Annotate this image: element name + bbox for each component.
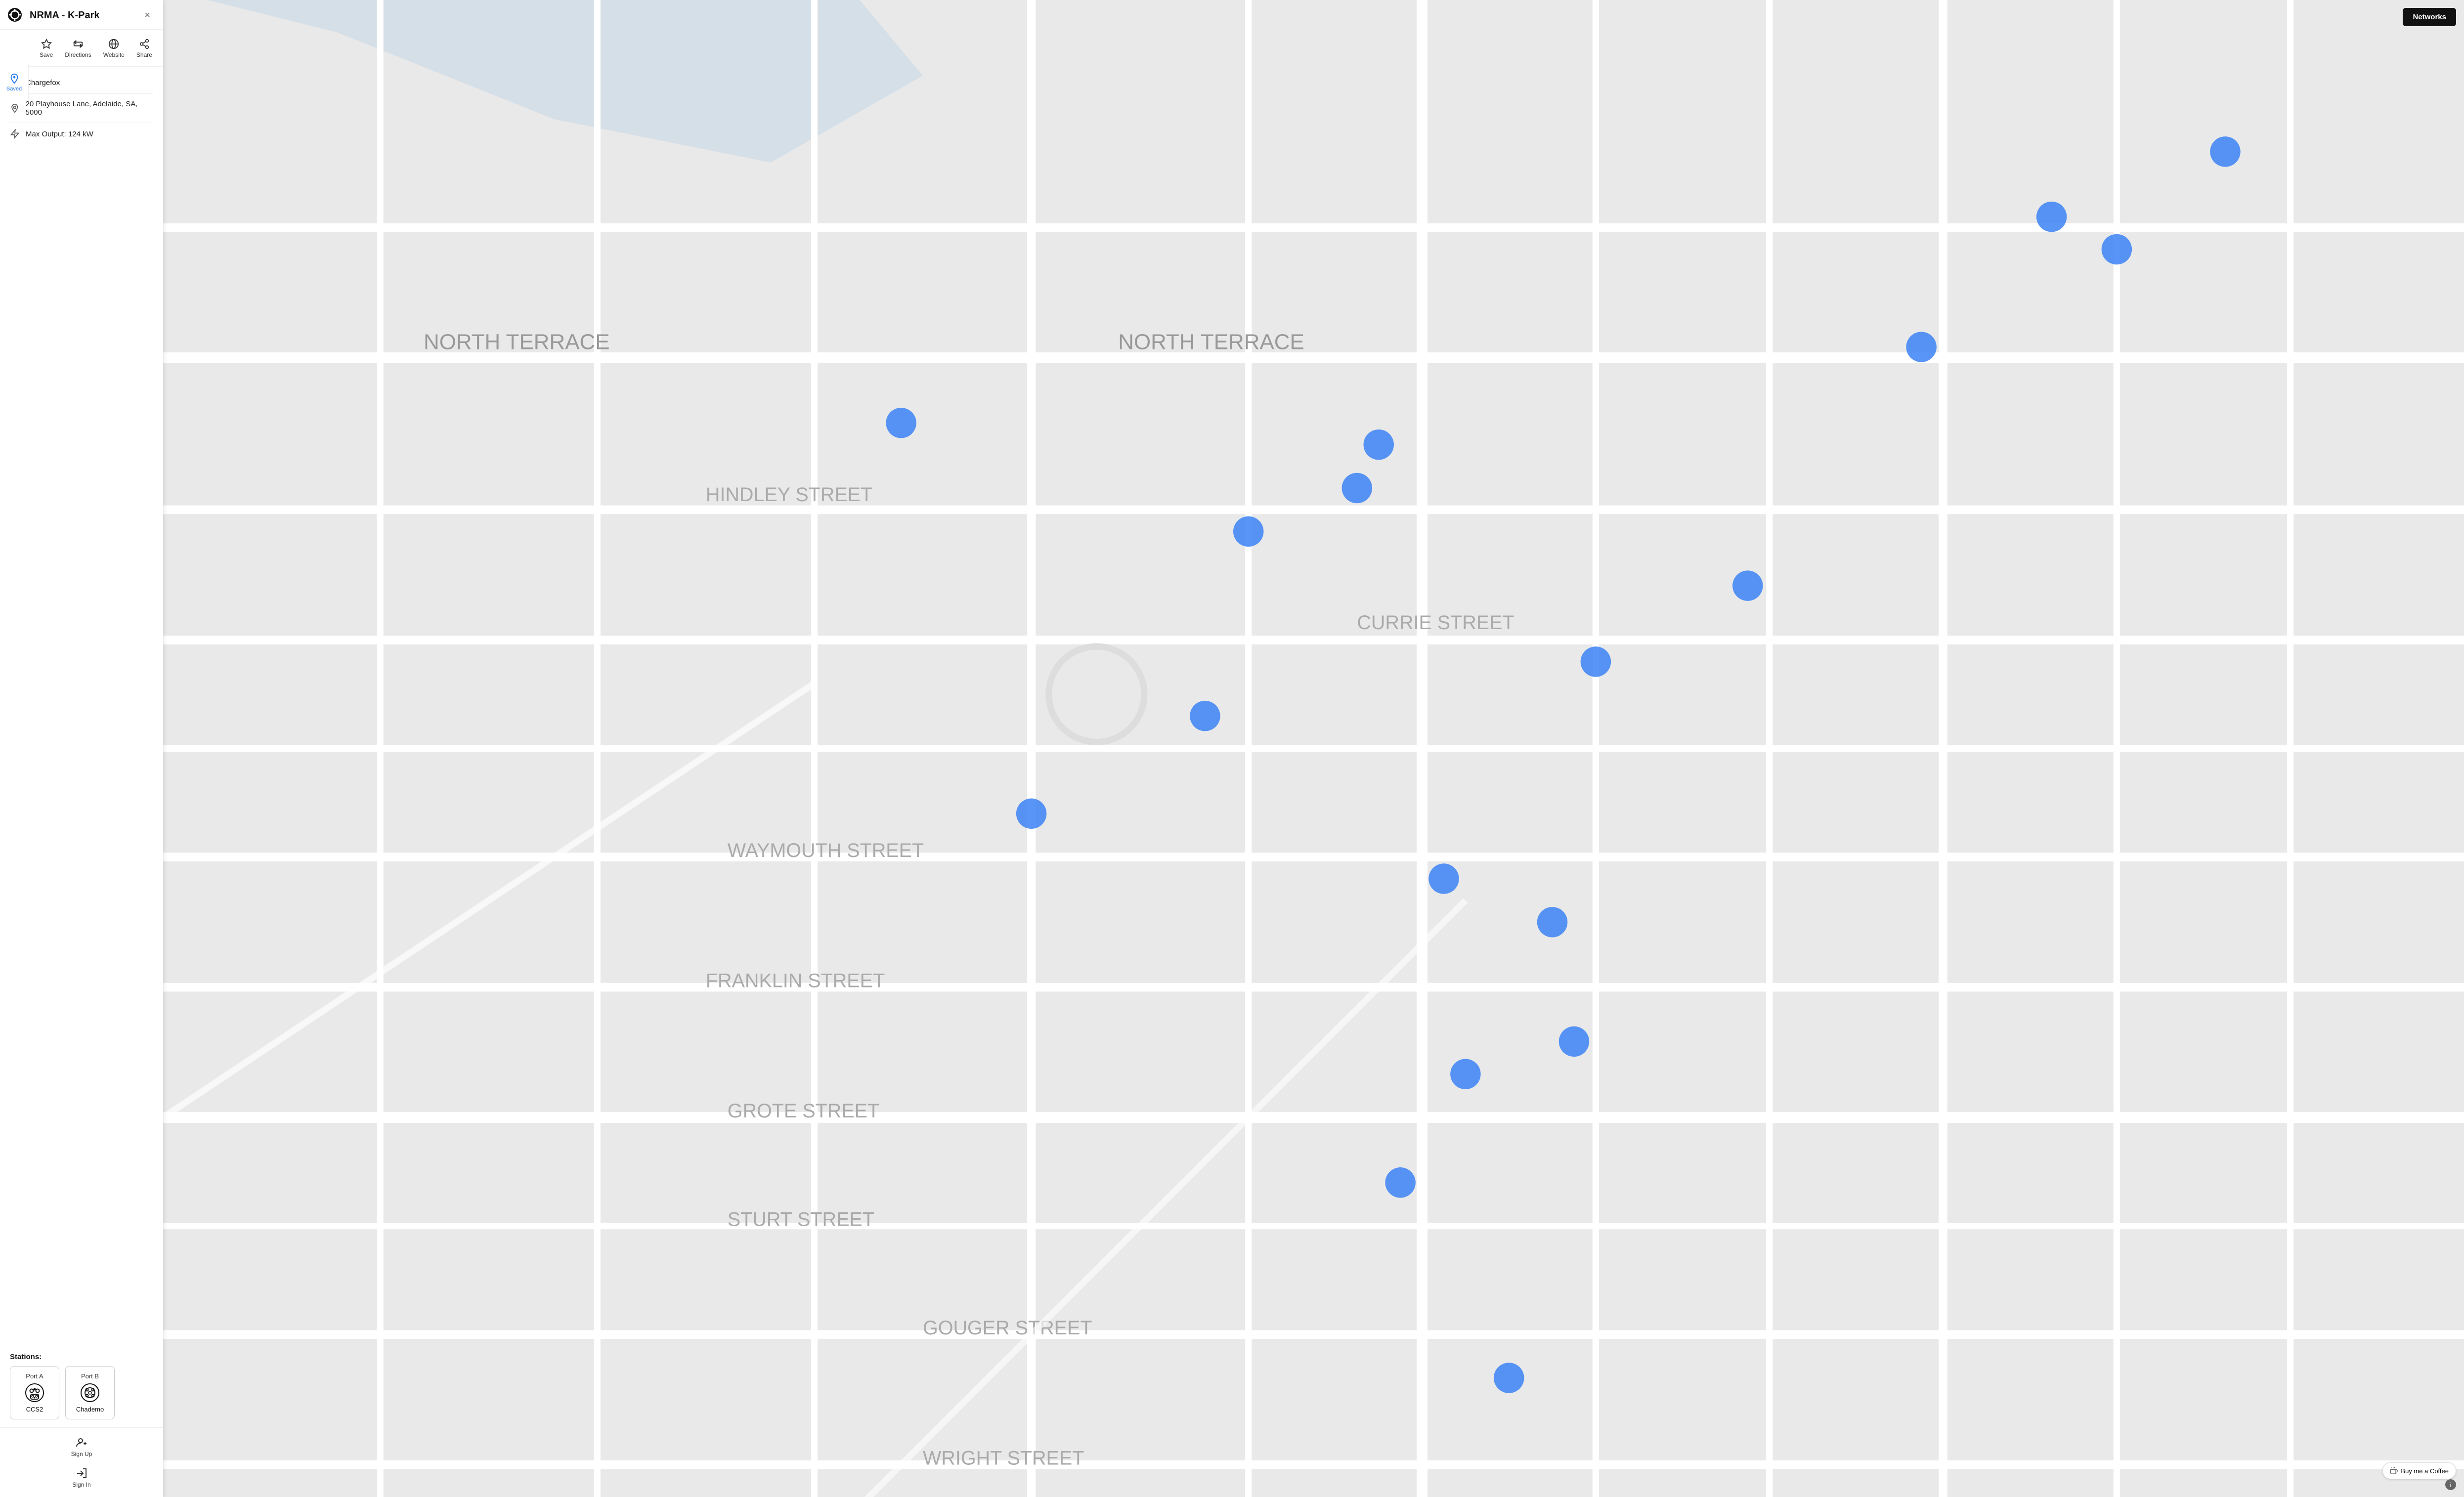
sign-in-nav[interactable]: Sign In — [0, 1463, 163, 1492]
info-section: Chargefox 20 Playhouse Lane, Adelaide, S… — [0, 67, 163, 1347]
save-label: Save — [40, 51, 53, 58]
share-action[interactable]: Share — [131, 37, 157, 60]
port-a-label: Port A — [26, 1372, 43, 1380]
coffee-button[interactable]: Buy me a Coffee — [2382, 1462, 2456, 1479]
sidebar: NRMA - K-Park × Saved Save Directions — [0, 0, 163, 1497]
svg-text:NORTH TERRACE: NORTH TERRACE — [1118, 330, 1304, 354]
directions-icon — [73, 39, 84, 49]
map-container[interactable]: NORTH TERRACE NORTH TERRACE HINDLEY STRE… — [163, 0, 2464, 1497]
saved-nav-label: Saved — [6, 86, 22, 92]
sign-in-icon — [76, 1467, 87, 1479]
chademo-icon — [80, 1383, 100, 1403]
output-icon — [10, 129, 20, 139]
station-port-b: Port B Chademo — [65, 1366, 115, 1419]
svg-text:GROTE STREET: GROTE STREET — [728, 1100, 879, 1122]
svg-text:CURRIE STREET: CURRIE STREET — [1357, 612, 1514, 634]
address-icon — [10, 103, 20, 113]
coffee-icon — [2390, 1467, 2398, 1475]
save-action[interactable]: Save — [35, 37, 58, 60]
networks-button[interactable]: Networks — [2403, 8, 2456, 26]
website-icon — [108, 39, 119, 49]
bottom-nav: Sign Up Sign In — [0, 1427, 163, 1497]
svg-text:NORTH TERRACE: NORTH TERRACE — [424, 330, 610, 354]
svg-text:WRIGHT STREET: WRIGHT STREET — [923, 1448, 1084, 1469]
output-text: Max Output: 124 kW — [26, 130, 93, 138]
stations-grid: Port A CCS2 Port B — [0, 1366, 163, 1427]
sign-up-label: Sign Up — [71, 1451, 92, 1457]
info-button[interactable]: i — [2445, 1479, 2456, 1490]
stations-header: Stations: — [0, 1347, 163, 1366]
website-label: Website — [103, 51, 125, 58]
port-b-type: Chademo — [76, 1406, 104, 1413]
saved-icon — [9, 73, 20, 84]
svg-text:STURT STREET: STURT STREET — [728, 1209, 874, 1231]
sign-up-nav[interactable]: Sign Up — [0, 1433, 163, 1461]
directions-label: Directions — [65, 51, 91, 58]
save-icon — [41, 39, 52, 49]
sign-up-icon — [76, 1437, 87, 1449]
directions-action[interactable]: Directions — [60, 37, 96, 60]
share-icon — [139, 39, 150, 49]
address-text: 20 Playhouse Lane, Adelaide, SA, 5000 — [26, 100, 153, 117]
app-logo-icon — [7, 7, 23, 23]
output-row: Max Output: 124 kW — [10, 123, 153, 145]
station-port-a: Port A CCS2 — [10, 1366, 59, 1419]
address-row: 20 Playhouse Lane, Adelaide, SA, 5000 — [10, 94, 153, 123]
coffee-label: Buy me a Coffee — [2401, 1467, 2449, 1475]
svg-text:HINDLEY STREET: HINDLEY STREET — [706, 484, 872, 506]
share-label: Share — [136, 51, 152, 58]
svg-text:WAYMOUTH STREET: WAYMOUTH STREET — [728, 840, 924, 861]
sidebar-item-saved[interactable]: Saved — [0, 68, 28, 97]
website-action[interactable]: Website — [98, 37, 130, 60]
ccs2-icon — [25, 1383, 44, 1403]
port-a-type: CCS2 — [26, 1406, 43, 1413]
action-bar: Save Directions Website — [29, 30, 163, 67]
map-svg: NORTH TERRACE NORTH TERRACE HINDLEY STRE… — [163, 0, 2464, 1497]
close-button[interactable]: × — [141, 9, 153, 22]
network-row: Chargefox — [10, 72, 153, 94]
svg-text:FRANKLIN STREET: FRANKLIN STREET — [706, 970, 885, 992]
network-text: Chargefox — [26, 79, 60, 87]
location-title: NRMA - K-Park — [30, 10, 100, 21]
port-b-label: Port B — [81, 1372, 99, 1380]
sign-in-label: Sign In — [72, 1481, 90, 1488]
svg-text:GOUGER STREET: GOUGER STREET — [923, 1317, 1092, 1339]
